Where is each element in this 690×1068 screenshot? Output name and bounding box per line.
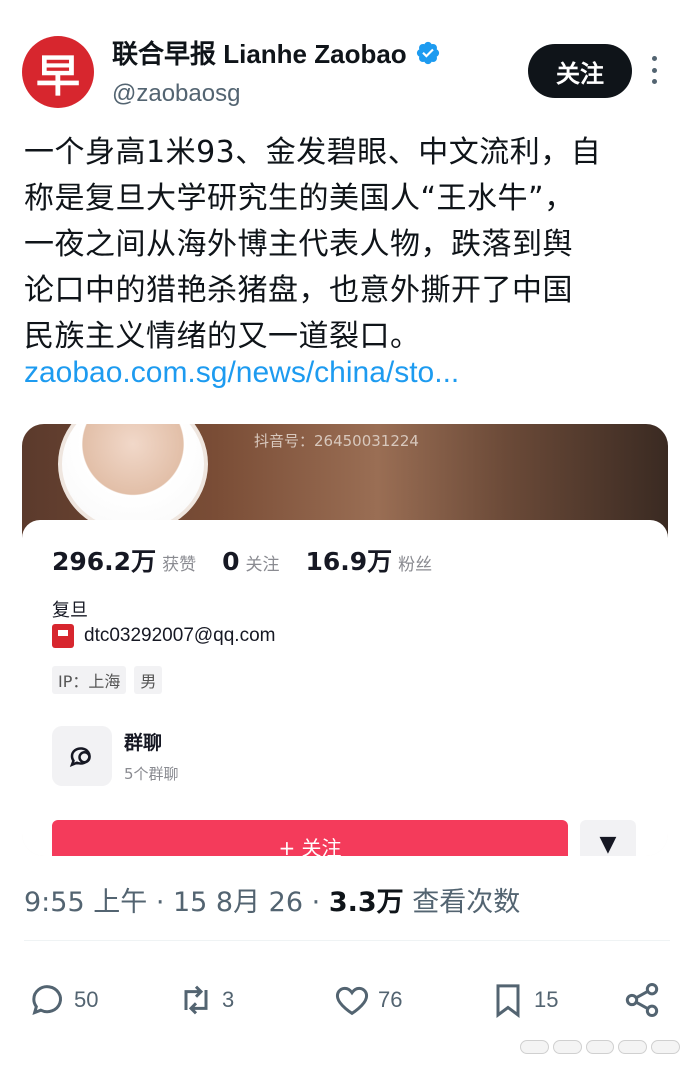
reply-button[interactable]: 50 xyxy=(28,976,98,1024)
action-bar: 50 3 76 15 xyxy=(24,976,670,1024)
profile-card: 296.2万 获赞 0 关注 16.9万 粉丝 复旦 dtc03292007@q… xyxy=(22,520,668,856)
divider xyxy=(24,940,670,941)
tweet-text: 一个身高1米93、金发碧眼、中文流利，自 称是复旦大学研究生的美国人“王水牛”，… xyxy=(24,130,670,360)
followers-count: 16.9万 xyxy=(305,547,393,576)
meta-separator: · xyxy=(311,887,329,918)
tweet-text-line: 称是复旦大学研究生的美国人“王水牛”， xyxy=(24,181,575,216)
profile-tags: IP：上海 男 xyxy=(52,666,170,694)
verified-badge-icon xyxy=(416,41,439,64)
tweet-time[interactable]: 9:55 上午 xyxy=(24,887,147,918)
bookmark-icon xyxy=(496,984,520,1018)
tweet-header: 早 联合早报 Lianhe Zaobao @zaobaosg 关注 xyxy=(20,32,670,122)
likes-count: 296.2万 xyxy=(52,547,157,576)
reply-icon xyxy=(32,985,62,1015)
following-label: 关注 xyxy=(245,555,280,575)
likes-label: 获赞 xyxy=(162,555,197,575)
heart-icon xyxy=(335,986,369,1016)
retweet-button[interactable]: 3 xyxy=(176,976,234,1024)
tweet-date[interactable]: 15 8月 26 xyxy=(173,887,303,918)
more-vertical-icon[interactable] xyxy=(648,56,660,84)
retweet-icon xyxy=(184,985,208,1015)
display-name[interactable]: 联合早报 Lianhe Zaobao xyxy=(112,34,407,71)
ip-tag: IP：上海 xyxy=(52,666,127,694)
follow-button[interactable]: 关注 xyxy=(528,44,632,98)
share-icon xyxy=(625,983,659,1017)
douyin-more-button: ▼ xyxy=(580,820,636,856)
mail-icon xyxy=(52,624,74,648)
group-chat-row: 群聊 5个群聊 xyxy=(52,726,179,786)
tweet-media-image[interactable]: 抖音号：26450031224 296.2万 获赞 0 关注 16.9万 粉丝 … xyxy=(22,424,668,856)
like-count: 76 xyxy=(378,987,403,1012)
view-count: 3.3万 xyxy=(328,887,404,918)
tweet-text-line: 论口中的猎艳杀猪盘，也意外撕开了中国 xyxy=(24,273,573,308)
profile-stats: 296.2万 获赞 0 关注 16.9万 粉丝 xyxy=(52,542,458,578)
school-label: 复旦 xyxy=(52,600,88,621)
followers-label: 粉丝 xyxy=(398,555,433,575)
chat-bubble-icon xyxy=(52,726,112,786)
reply-count: 50 xyxy=(74,987,99,1012)
avatar[interactable]: 早 xyxy=(22,36,94,108)
email: dtc03292007@qq.com xyxy=(84,625,276,646)
gender-tag: 男 xyxy=(134,666,163,694)
tweet-text-line: 民族主义情绪的又一道裂口。 xyxy=(24,319,421,354)
group-chat-title: 群聊 xyxy=(124,732,163,754)
name-row: 联合早报 Lianhe Zaobao xyxy=(112,34,441,71)
tweet-link[interactable]: zaobao.com.sg/news/china/sto... xyxy=(24,356,459,390)
douyin-follow-button: + 关注 xyxy=(52,820,568,856)
email-row: dtc03292007@qq.com xyxy=(52,624,275,648)
bookmark-button[interactable]: 15 xyxy=(488,976,558,1024)
meta-separator: · xyxy=(155,887,173,918)
share-button[interactable] xyxy=(622,976,668,1024)
bookmark-count: 15 xyxy=(534,987,559,1012)
group-chat-count: 5个群聊 xyxy=(124,765,179,783)
following-count: 0 xyxy=(222,547,240,576)
douyin-id: 抖音号：26450031224 xyxy=(254,432,419,450)
tweet-text-line: 一个身高1米93、金发碧眼、中文流利，自 xyxy=(24,135,602,170)
watermark xyxy=(520,1040,680,1064)
handle[interactable]: @zaobaosg xyxy=(112,80,240,108)
tweet-meta: 9:55 上午 · 15 8月 26 · 3.3万 查看次数 xyxy=(24,880,520,919)
retweet-count: 3 xyxy=(222,987,235,1012)
views-label: 查看次数 xyxy=(412,887,521,918)
tweet-text-line: 一夜之间从海外博主代表人物，跌落到舆 xyxy=(24,227,573,262)
like-button[interactable]: 76 xyxy=(332,976,402,1024)
